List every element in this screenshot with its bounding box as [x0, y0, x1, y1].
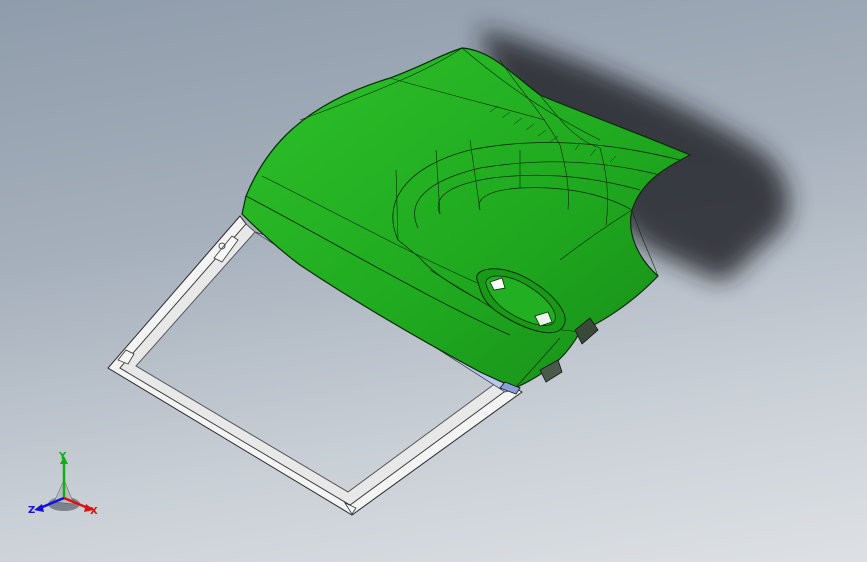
triad-x-label: X — [90, 506, 98, 517]
graphics-viewport[interactable]: X Y Z — [0, 0, 867, 562]
triad-y-label: Y — [59, 451, 67, 462]
model-view[interactable] — [0, 0, 867, 562]
triad-z-label: Z — [28, 505, 36, 516]
coordinate-triad: X Y Z — [26, 450, 106, 520]
